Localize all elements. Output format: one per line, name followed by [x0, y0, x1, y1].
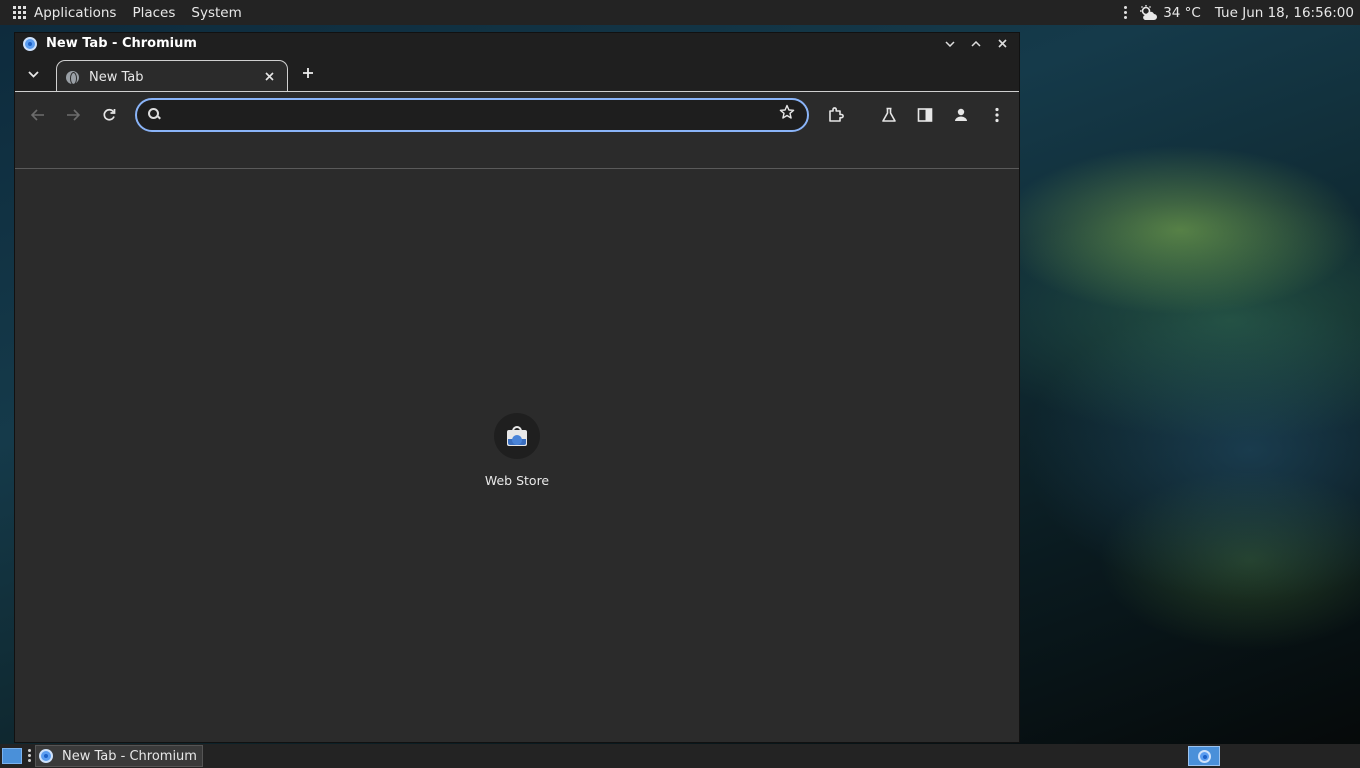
browser-toolbar	[15, 91, 1019, 137]
more-vertical-icon	[995, 107, 999, 123]
web-store-icon	[506, 426, 528, 446]
window-titlebar[interactable]: New Tab - Chromium	[15, 33, 1019, 54]
panel-tray: 34 °C Tue Jun 18, 16:56:00	[1124, 0, 1354, 25]
person-icon	[955, 108, 967, 121]
applications-grid-icon[interactable]	[13, 5, 27, 20]
side-panel-button[interactable]	[914, 104, 936, 126]
browser-menu-button[interactable]	[986, 104, 1008, 126]
address-bar[interactable]	[135, 98, 809, 132]
shortcut-label: Web Store	[484, 473, 550, 488]
shortcut-web-store[interactable]: Web Store	[476, 413, 558, 488]
tray-handle-icon[interactable]	[1124, 6, 1128, 19]
chevron-down-icon	[27, 70, 39, 78]
tab-new-tab[interactable]: New Tab	[56, 60, 288, 93]
close-tab-button[interactable]	[261, 68, 277, 84]
top-panel: Applications Places System 34 °C Tue Jun…	[0, 0, 1360, 25]
workspace-switcher[interactable]	[1188, 746, 1220, 766]
chromium-icon	[1197, 749, 1211, 763]
chromium-icon	[39, 749, 53, 763]
plus-icon	[303, 68, 313, 78]
chevron-down-icon	[945, 40, 955, 47]
taskbar-handle-icon[interactable]	[28, 749, 31, 762]
taskbar-item-label: New Tab - Chromium	[62, 748, 197, 764]
menu-applications[interactable]: Applications	[34, 5, 116, 21]
taskbar-item-chromium[interactable]: New Tab - Chromium	[35, 745, 203, 767]
arrow-right-icon	[67, 109, 80, 121]
toolbar-spacer	[15, 137, 1019, 169]
globe-icon	[66, 70, 79, 85]
tab-strip: New Tab	[15, 54, 1019, 93]
reload-icon	[103, 108, 116, 121]
new-tab-button[interactable]	[298, 63, 318, 83]
profile-button[interactable]	[950, 104, 972, 126]
chevron-up-icon	[971, 40, 981, 47]
labs-button[interactable]	[878, 104, 900, 126]
bookmark-star-button[interactable]	[779, 104, 795, 125]
tab-title: New Tab	[89, 69, 144, 85]
flask-icon	[882, 107, 896, 122]
menu-places[interactable]: Places	[132, 5, 175, 21]
reload-button[interactable]	[99, 105, 119, 125]
forward-button[interactable]	[63, 105, 83, 125]
chromium-icon	[23, 36, 37, 51]
close-icon	[997, 39, 1007, 48]
close-window-button[interactable]	[991, 35, 1013, 53]
arrow-left-icon	[31, 109, 44, 121]
address-input[interactable]	[171, 105, 761, 125]
tab-search-button[interactable]	[23, 64, 43, 84]
show-desktop-button[interactable]	[2, 748, 22, 764]
maximize-button[interactable]	[965, 35, 987, 53]
window-title: New Tab - Chromium	[46, 36, 197, 51]
close-icon	[264, 71, 274, 81]
browser-window: New Tab - Chromium New Tab Web Store	[14, 32, 1020, 743]
puzzle-icon	[829, 107, 844, 122]
minimize-button[interactable]	[939, 35, 961, 53]
new-tab-page: Web Store	[15, 173, 1019, 742]
back-button[interactable]	[28, 105, 48, 125]
weather-temperature[interactable]: 34 °C	[1163, 5, 1201, 21]
extensions-button[interactable]	[825, 104, 847, 126]
menu-system[interactable]: System	[191, 5, 241, 21]
side-panel-icon	[917, 108, 933, 122]
weather-partly-cloudy-icon[interactable]	[1139, 4, 1158, 21]
bottom-taskbar: New Tab - Chromium	[0, 744, 1360, 768]
star-icon	[779, 104, 795, 119]
window-controls	[939, 33, 1013, 54]
search-icon	[147, 107, 161, 121]
shortcut-tile[interactable]	[494, 413, 540, 459]
clock[interactable]: Tue Jun 18, 16:56:00	[1215, 5, 1354, 21]
